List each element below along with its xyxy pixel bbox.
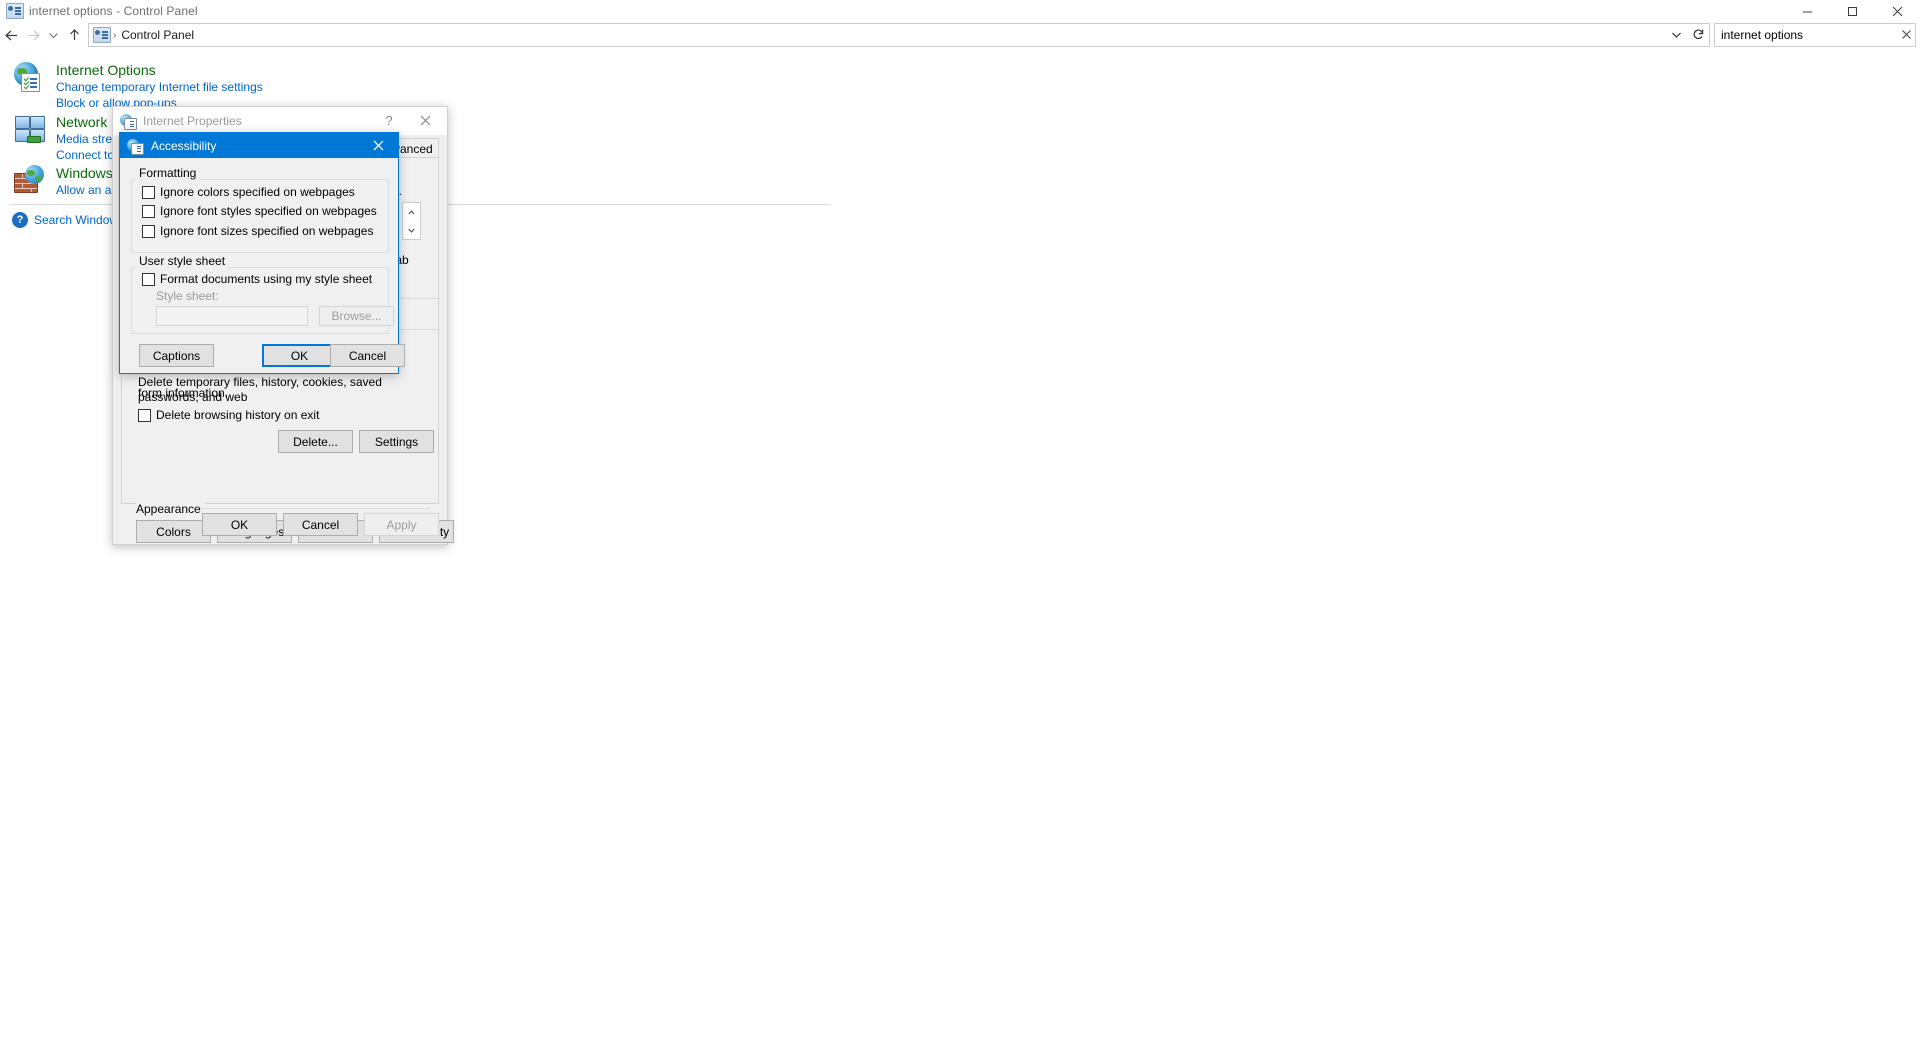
checkbox-label: Ignore font styles specified on webpages — [160, 204, 377, 218]
search-box[interactable] — [1714, 23, 1916, 47]
ok-button[interactable]: OK — [202, 513, 277, 536]
result-title[interactable]: Internet Options — [56, 62, 263, 79]
address-bar[interactable]: › Control Panel — [88, 23, 1710, 47]
breadcrumb-separator: › — [113, 29, 117, 41]
apply-button[interactable]: Apply — [364, 513, 439, 536]
browsing-history-description-line2: form information. — [138, 386, 229, 400]
cancel-button[interactable]: Cancel — [283, 513, 358, 536]
address-bar-controls — [1665, 24, 1709, 44]
checkbox-box[interactable] — [142, 204, 155, 218]
cancel-button[interactable]: Cancel — [330, 344, 405, 367]
window-controls — [1785, 0, 1920, 22]
clear-search-icon[interactable] — [1902, 24, 1911, 44]
checkbox-box[interactable] — [138, 408, 151, 422]
recent-locations-button[interactable] — [44, 24, 63, 46]
checkbox-box[interactable] — [142, 224, 155, 238]
close-button[interactable] — [1875, 0, 1920, 22]
breadcrumb-root[interactable]: Control Panel — [121, 28, 194, 42]
captions-button[interactable]: Captions — [139, 344, 214, 367]
accessibility-title: Accessibility — [151, 138, 217, 153]
up-button[interactable] — [63, 24, 85, 46]
ignore-font-styles-checkbox[interactable]: Ignore font styles specified on webpages — [142, 204, 377, 218]
appearance-group-label: Appearance — [136, 502, 205, 516]
checkbox-box[interactable] — [142, 272, 155, 286]
delete-button[interactable]: Delete... — [278, 430, 353, 453]
checkbox-label: Delete browsing history on exit — [156, 408, 320, 422]
internet-properties-titlebar[interactable]: Internet Properties ? — [113, 107, 447, 135]
forward-button[interactable] — [22, 24, 44, 46]
result-link[interactable]: Change temporary Internet file settings — [56, 79, 263, 95]
accessibility-dialog-icon — [127, 138, 144, 155]
ok-button[interactable]: OK — [262, 344, 337, 367]
breadcrumb-control-panel-icon — [93, 27, 111, 43]
close-icon[interactable] — [358, 133, 398, 158]
help-icon: ? — [12, 212, 28, 228]
divider — [200, 508, 430, 509]
minimize-button[interactable] — [1785, 0, 1830, 22]
spinner-up-icon[interactable] — [403, 203, 420, 221]
maximize-button[interactable] — [1830, 0, 1875, 22]
internet-properties-footer: OK Cancel Apply — [202, 513, 439, 536]
settings-button[interactable]: Settings — [359, 430, 434, 453]
checkbox-label: Format documents using my style sheet — [160, 272, 373, 286]
style-sheet-field-label: Style sheet: — [156, 289, 219, 303]
colors-button[interactable]: Colors — [136, 520, 211, 543]
chevron-down-icon[interactable] — [1665, 24, 1687, 44]
value-spinner[interactable] — [402, 202, 421, 240]
accessibility-dialog: Accessibility Formatting Ignore colors s… — [119, 132, 405, 374]
window-title: internet options - Control Panel — [29, 4, 198, 18]
ignore-colors-checkbox[interactable]: Ignore colors specified on webpages — [142, 185, 355, 199]
internet-options-icon — [14, 62, 46, 94]
nav-button-group — [0, 24, 85, 46]
internet-properties-icon — [120, 113, 137, 130]
formatting-group-label: Formatting — [136, 166, 200, 180]
style-sheet-input[interactable] — [156, 306, 308, 326]
close-icon[interactable] — [403, 107, 447, 133]
checkbox-label: Ignore colors specified on webpages — [160, 185, 355, 199]
spinner-down-icon[interactable] — [403, 221, 420, 239]
windows-firewall-icon — [14, 165, 46, 197]
refresh-icon[interactable] — [1687, 24, 1709, 44]
accessibility-titlebar[interactable]: Accessibility — [120, 133, 398, 158]
search-input[interactable] — [1715, 25, 1883, 45]
format-documents-checkbox[interactable]: Format documents using my style sheet — [142, 272, 372, 286]
browsing-history-buttons: Delete... Settings — [278, 430, 434, 453]
network-sharing-icon — [14, 114, 46, 146]
back-button[interactable] — [0, 24, 22, 46]
checkbox-box[interactable] — [142, 185, 155, 199]
browse-button[interactable]: Browse... — [319, 306, 394, 326]
list-item[interactable]: Internet Options Change temporary Intern… — [14, 62, 263, 111]
ignore-font-sizes-checkbox[interactable]: Ignore font sizes specified on webpages — [142, 224, 373, 238]
delete-browsing-history-on-exit-checkbox[interactable]: Delete browsing history on exit — [138, 408, 319, 422]
internet-properties-title: Internet Properties — [143, 114, 242, 128]
checkbox-label: Ignore font sizes specified on webpages — [160, 224, 374, 238]
user-style-sheet-group-label: User style sheet — [136, 254, 229, 268]
navigation-bar: › Control Panel — [0, 22, 1920, 48]
window-titlebar: internet options - Control Panel — [0, 0, 1920, 23]
help-button[interactable]: ? — [375, 107, 403, 133]
control-panel-icon — [6, 3, 24, 19]
